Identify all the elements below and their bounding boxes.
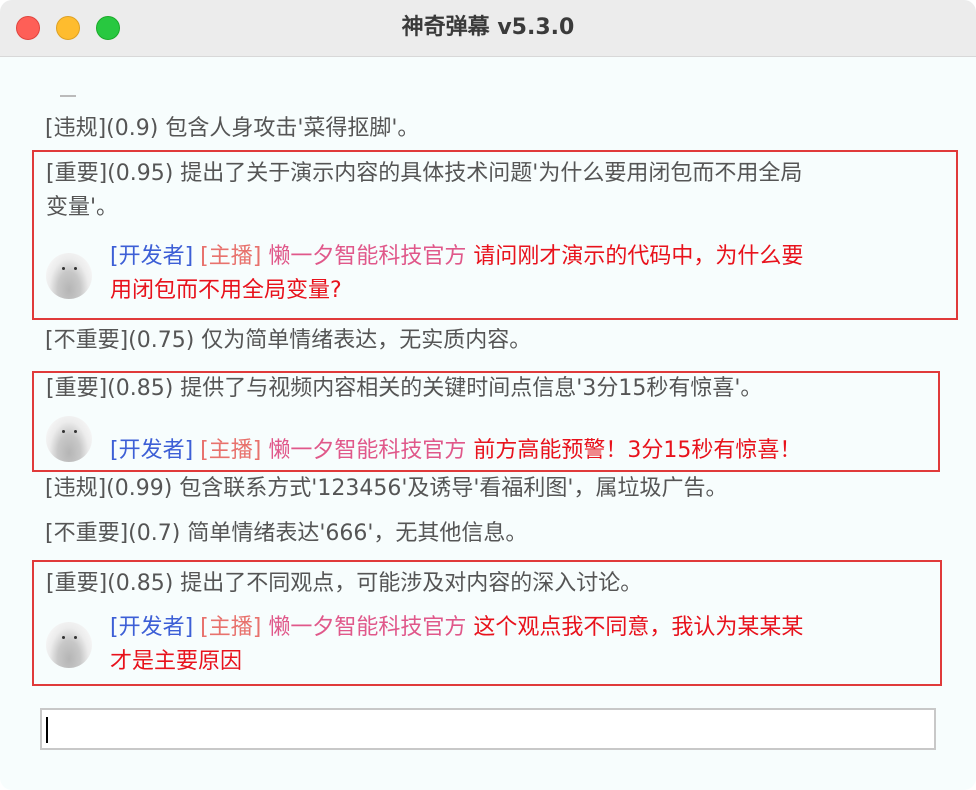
message-text-cont: 才是主要原因 <box>110 649 243 674</box>
text-caret <box>46 717 48 743</box>
message-text-cont: 用闭包而不用全局变量? <box>110 278 342 303</box>
message-text: 前方高能预警！3分15秒有惊喜！ <box>473 438 802 463</box>
username[interactable]: 懒一夕智能科技官方 <box>268 244 466 269</box>
developer-tag: [开发者] <box>110 244 194 269</box>
username[interactable]: 懒一夕智能科技官方 <box>268 615 466 640</box>
developer-tag: [开发者] <box>110 438 194 463</box>
analysis-line: [违规](0.99) 包含联系方式'123456'及诱导'看福利图'，属垃圾广告… <box>45 476 728 501</box>
important-danmaku-card: [重要](0.85) 提供了与视频内容相关的关键时间点信息'3分15秒有惊喜'。… <box>32 371 940 472</box>
avatar-eye <box>74 636 77 639</box>
important-danmaku-card: [重要](0.85) 提出了不同观点，可能涉及对内容的深入讨论。 [开发者] [… <box>32 560 942 686</box>
host-tag: [主播] <box>200 244 262 269</box>
danmaku-message: [开发者] [主播] 懒一夕智能科技官方 前方高能预警！3分15秒有惊喜！ <box>110 435 801 467</box>
app-window: 神奇弹幕 v5.3.0 [违规](0.9) 包含人身攻击'菜得抠脚'。 [重要]… <box>0 0 976 790</box>
avatar-eye <box>62 636 65 639</box>
host-tag: [主播] <box>200 615 262 640</box>
window-title: 神奇弹幕 v5.3.0 <box>401 15 575 40</box>
avatar-eye <box>74 267 77 270</box>
username[interactable]: 懒一夕智能科技官方 <box>268 438 466 463</box>
analysis-text: [重要](0.85) 提供了与视频内容相关的关键时间点信息'3分15秒有惊喜'。 <box>46 376 763 401</box>
analysis-line: [不重要](0.75) 仅为简单情绪表达，无实质内容。 <box>45 328 532 353</box>
avatar-eye <box>74 430 77 433</box>
user-avatar <box>46 253 92 299</box>
user-avatar <box>46 416 92 462</box>
important-danmaku-card: [重要](0.95) 提出了关于演示内容的具体技术问题'为什么要用闭包而不用全局… <box>32 150 958 320</box>
avatar-eye <box>62 267 65 270</box>
analysis-text: [重要](0.95) 提出了关于演示内容的具体技术问题'为什么要用闭包而不用全局 <box>46 161 803 186</box>
analysis-line: [违规](0.9) 包含人身攻击'菜得抠脚'。 <box>45 116 420 141</box>
developer-tag: [开发者] <box>110 615 194 640</box>
avatar-eye <box>62 430 65 433</box>
danmaku-feed: [违规](0.9) 包含人身攻击'菜得抠脚'。 [重要](0.95) 提出了关于… <box>0 56 976 790</box>
danmaku-input[interactable] <box>40 708 936 750</box>
danmaku-message: [开发者] [主播] 懒一夕智能科技官方 请问刚才演示的代码中，为什么要 <box>110 241 803 273</box>
analysis-text: [重要](0.85) 提出了不同观点，可能涉及对内容的深入讨论。 <box>46 571 643 596</box>
analysis-line: [不重要](0.7) 简单情绪表达'666'，无其他信息。 <box>45 521 528 546</box>
host-tag: [主播] <box>200 438 262 463</box>
title-bar: 神奇弹幕 v5.3.0 <box>0 0 976 57</box>
message-text: 这个观点我不同意，我认为某某某 <box>473 615 804 640</box>
analysis-text-cont: 变量'。 <box>46 195 119 220</box>
message-text: 请问刚才演示的代码中，为什么要 <box>473 244 804 269</box>
danmaku-message: [开发者] [主播] 懒一夕智能科技官方 这个观点我不同意，我认为某某某 <box>110 612 803 644</box>
scroll-indicator <box>60 95 76 97</box>
user-avatar <box>46 622 92 668</box>
